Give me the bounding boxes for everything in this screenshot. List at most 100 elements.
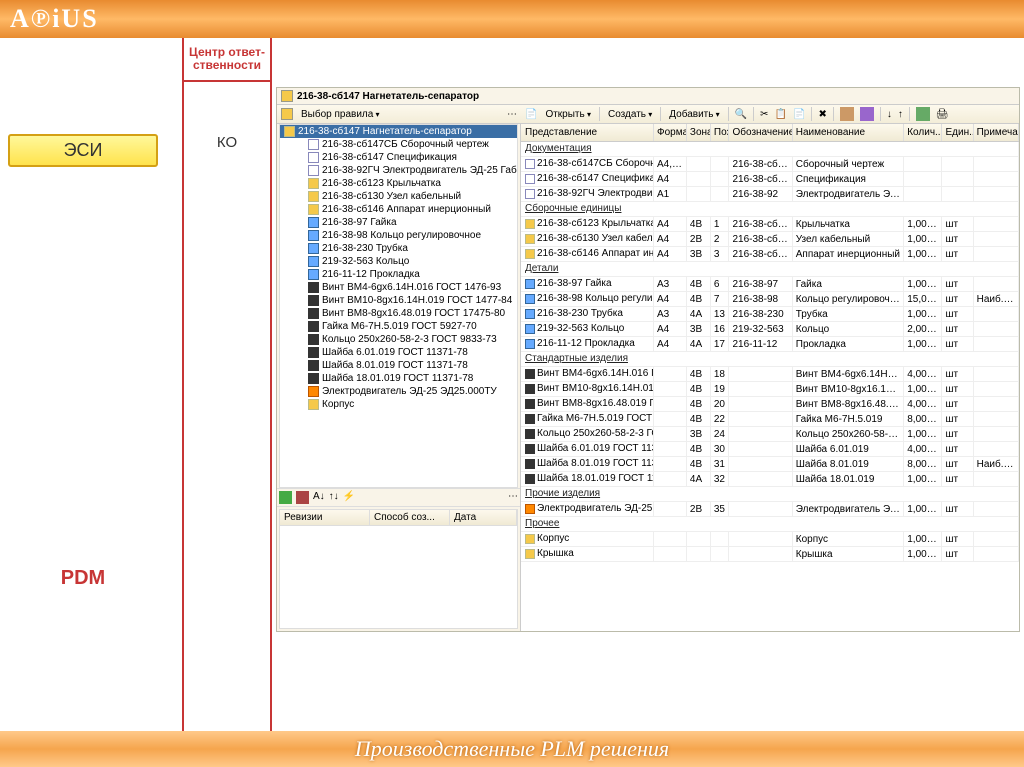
tree-item[interactable]: 216-38-сб130 Узел кабельный [280,190,517,203]
cut-icon[interactable]: ✂ [760,109,768,120]
table-row[interactable]: 216-38-98 Кольцо регулиро...А44В7216-38-… [521,292,1019,307]
orange-icon [308,386,319,397]
table-row[interactable]: 216-38-сб147СБ Сборочн...А4, А1216-38-сб… [521,157,1019,172]
table-row[interactable]: Прочие изделия [521,487,1019,502]
table-row[interactable]: КорпусКорпус1,00000шт [521,532,1019,547]
part-icon [525,474,535,484]
table-row[interactable]: Винт ВМ8-8gх16.48.019 ГО...4В20Винт ВМ8-… [521,397,1019,412]
tool-icon-3[interactable] [916,107,930,121]
esi-button[interactable]: ЭСИ [8,134,158,167]
search-icon[interactable]: 🔍 [735,109,747,120]
rule-icon [281,108,293,120]
tree-item[interactable]: 216-38-сб147СБ Сборочный чертеж [280,138,517,151]
table-row[interactable]: 216-38-сб146 Аппарат инер...А43В3216-38-… [521,247,1019,262]
table-row[interactable]: Шайба 8.01.019 ГОСТ 1137...4В31Шайба 8.0… [521,457,1019,472]
x-icon[interactable] [296,491,309,504]
col-zone[interactable]: Зона [687,124,711,141]
table-row[interactable]: Документация [521,142,1019,157]
center-responsibility-header: Центр ответ-ственности [182,38,272,82]
tree-item[interactable]: Электродвигатель ЭД-25 ЭД25.000ТУ [280,385,517,398]
doc-icon [308,152,319,163]
check-icon[interactable] [279,491,292,504]
table-row[interactable]: КрышкаКрышка1,00000шт [521,547,1019,562]
tool-icon-2[interactable] [860,107,874,121]
table-row[interactable]: Стандартные изделия [521,352,1019,367]
tree-item[interactable]: 216-38-97 Гайка [280,216,517,229]
col-note[interactable]: Примечание [974,124,1019,141]
table-row[interactable]: Гайка М6-7Н.5.019 ГОСТ 5...4В22Гайка М6-… [521,412,1019,427]
col-title[interactable]: Наименование [793,124,904,141]
add-button[interactable]: Добавить [667,108,721,121]
doc-icon [308,139,319,150]
col-qty[interactable]: Колич... [904,124,942,141]
table-row[interactable]: Кольцо 250х260-58-2-3 ГОС...3В24Кольцо 2… [521,427,1019,442]
col-designation[interactable]: Обозначение [729,124,792,141]
col-pos[interactable]: Поз [711,124,730,141]
tree-item[interactable]: 216-38-98 Кольцо регулировочное [280,229,517,242]
bolt-icon[interactable]: ⚡ [343,491,355,504]
table-row[interactable]: 216-38-92ГЧ Электродвига...А1216-38-92Эл… [521,187,1019,202]
footer-text: Производственные PLM решения [355,736,669,762]
copy-icon[interactable]: 📋 [775,109,787,120]
tree-item[interactable]: Шайба 8.01.019 ГОСТ 11371-78 [280,359,517,372]
arrow-up-icon[interactable]: ↑ [898,109,903,120]
tool-icon-1[interactable] [840,107,854,121]
tree-item[interactable]: 216-38-сб147 Нагнетатель-сепаратор [280,125,517,138]
part-icon [525,384,535,394]
part-icon [308,321,319,332]
tree-item[interactable]: Шайба 18.01.019 ГОСТ 11371-78 [280,372,517,385]
col-name[interactable]: Представление [521,124,654,141]
rev-col-1[interactable]: Ревизии [280,510,370,525]
tree-item[interactable]: 216-38-230 Трубка [280,242,517,255]
paste-icon[interactable]: 📄 [793,109,805,120]
rule-select[interactable]: Выбор правила [299,108,382,121]
create-button[interactable]: Создать [606,108,654,121]
tree-item[interactable]: Гайка М6-7Н.5.019 ГОСТ 5927-70 [280,320,517,333]
tree-item[interactable]: 216-11-12 Прокладка [280,268,517,281]
col-unit[interactable]: Един... [942,124,973,141]
sort-desc-icon[interactable]: ↑↓ [329,491,339,504]
sort-asc-icon[interactable]: A↓ [313,491,325,504]
tree-item[interactable]: Кольцо 250х260-58-2-3 ГОСТ 9833-73 [280,333,517,346]
tree-item[interactable]: 219-32-563 Кольцо [280,255,517,268]
arrow-down-icon[interactable]: ↓ [887,109,892,120]
rev-col-3[interactable]: Дата [450,510,517,525]
toolbar-dots-icon[interactable]: ⋯ [507,109,517,120]
folder-icon [525,234,535,244]
tree-item[interactable]: 216-38-сб147 Спецификация [280,151,517,164]
table-row[interactable]: 216-38-230 ТрубкаА34А13216-38-230Трубка1… [521,307,1019,322]
print-icon[interactable]: 🖨 [936,109,949,120]
tree-item[interactable]: Винт ВМ4-6gх6.14Н.016 ГОСТ 1476-93 [280,281,517,294]
open-button[interactable]: Открыть [543,108,593,121]
table-row[interactable]: 216-38-сб130 Узел кабель ...А42В2216-38-… [521,232,1019,247]
table-row[interactable]: 216-38-сб123 КрыльчаткаА44В1216-38-сб123… [521,217,1019,232]
tree-item[interactable]: 216-38-92ГЧ Электродвигатель ЭД-25 Габар… [280,164,517,177]
table-row[interactable]: 216-11-12 ПрокладкаА44А17216-11-12Прокла… [521,337,1019,352]
table-row[interactable]: 216-38-сб147 СпецификацияА4216-38-сб147С… [521,172,1019,187]
folder-icon [525,249,535,259]
part-icon [525,399,535,409]
delete-icon[interactable]: ✖ [818,109,826,120]
tree[interactable]: 216-38-сб147 Нагнетатель-сепаратор216-38… [279,124,518,488]
tree-item[interactable]: Винт ВМ8-8gх16.48.019 ГОСТ 17475-80 [280,307,517,320]
table-row[interactable]: Электродвигатель ЭД-25 Э...2В35Электродв… [521,502,1019,517]
table-row[interactable]: Винт ВМ10-8gх16.14Н.019 ...4В19Винт ВМ10… [521,382,1019,397]
revisions-grid[interactable]: Ревизии Способ соз... Дата [279,509,518,629]
tree-item[interactable]: Шайба 6.01.019 ГОСТ 11371-78 [280,346,517,359]
tree-item[interactable]: Корпус [280,398,517,411]
tree-item[interactable]: Винт ВМ10-8gх16.14Н.019 ГОСТ 1477-84 [280,294,517,307]
table-row[interactable]: Прочее [521,517,1019,532]
table-row[interactable]: Шайба 6.01.019 ГОСТ 1137...4В30Шайба 6.0… [521,442,1019,457]
rev-col-2[interactable]: Способ соз... [370,510,450,525]
col-format[interactable]: Формат [654,124,687,141]
tree-item[interactable]: 216-38-сб146 Аппарат инерционный [280,203,517,216]
table-row[interactable]: Винт ВМ4-6gх6.14Н.016 ГО...4В18Винт ВМ4-… [521,367,1019,382]
table-row[interactable]: 219-32-563 КольцоА43В16219-32-563Кольцо2… [521,322,1019,337]
table-row[interactable]: Детали [521,262,1019,277]
table-row[interactable]: Сборочные единицы [521,202,1019,217]
table-row[interactable]: Шайба 18.01.019 ГОСТ 113...4А32Шайба 18.… [521,472,1019,487]
tree-dots-icon[interactable]: ⋯ [508,491,518,504]
table-row[interactable]: 216-38-97 ГайкаА34В6216-38-97Гайка1,0000… [521,277,1019,292]
tree-item[interactable]: 216-38-сб123 Крыльчатка [280,177,517,190]
part-icon [525,369,535,379]
